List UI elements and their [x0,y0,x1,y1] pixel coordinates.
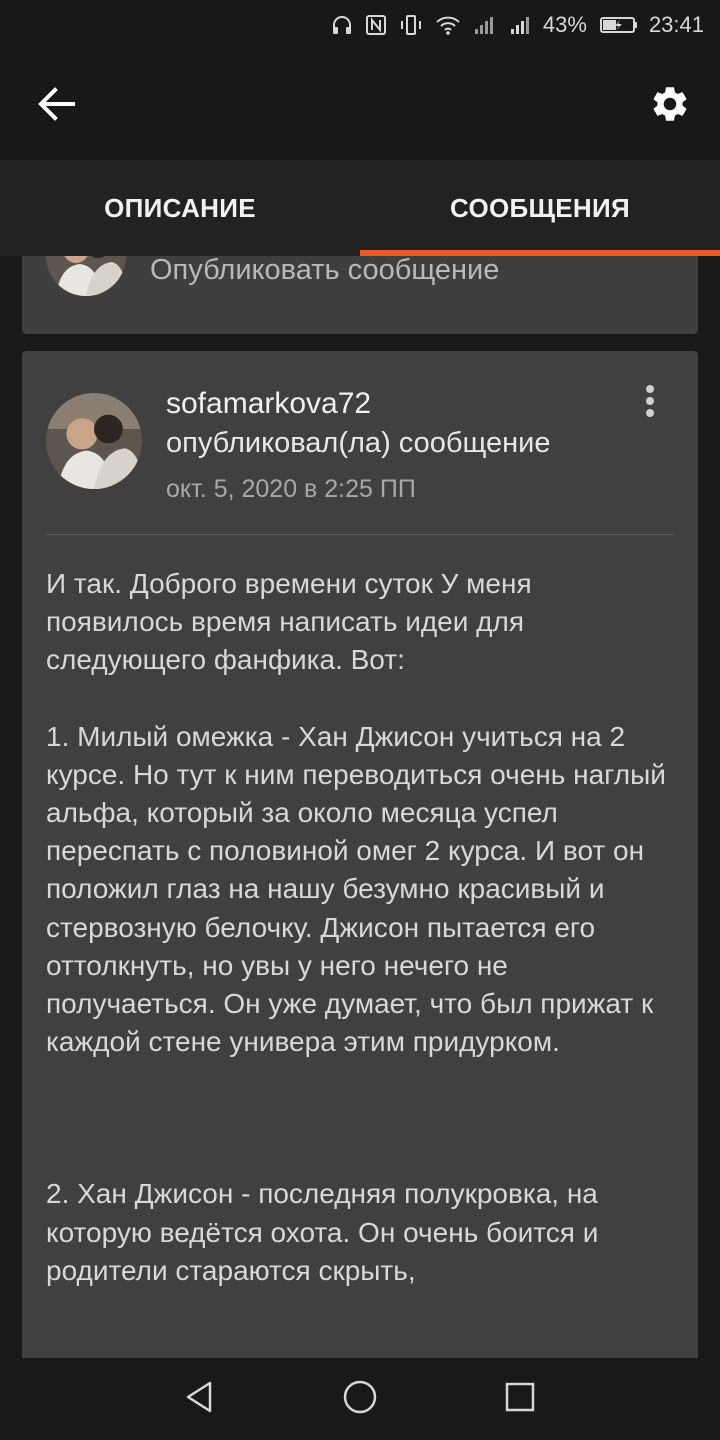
messages-feed[interactable]: Опубликовать сообщение sofamarkova72 опу… [0,256,720,1358]
compose-placeholder[interactable]: Опубликовать сообщение [150,256,499,287]
clock: 23:41 [648,12,704,37]
arrow-left-icon [37,86,75,126]
compose-card[interactable]: Опубликовать сообщение [22,256,698,334]
post-paragraph: 1. Милый омежка - Хан Джисон учиться на … [46,720,666,1058]
post-paragraph: И так. Доброго времени суток У меня появ… [46,568,532,676]
recents-square-icon [503,1380,537,1419]
nfc-icon [365,14,387,36]
nav-home-button[interactable] [330,1369,390,1429]
divider [46,534,674,535]
tab-messages-label: СООБЩЕНИЯ [450,192,630,223]
avatar[interactable] [46,393,142,489]
nav-recents-button[interactable] [490,1369,550,1429]
system-nav-bar [0,1358,720,1440]
headset-icon [331,14,353,36]
post-action: опубликовал(ла) сообщение [166,427,551,459]
app-bar [0,50,720,160]
gear-icon [649,83,691,130]
post-date: окт. 5, 2020 в 2:25 ПП [166,475,416,503]
tab-description-label: ОПИСАНИЕ [104,192,256,223]
battery-icon [599,14,639,36]
post-author[interactable]: sofamarkova72 [166,387,371,421]
home-circle-icon [341,1378,379,1421]
vibrate-icon [399,14,423,36]
status-bar: 43% 23:41 [0,0,720,50]
tab-description[interactable]: ОПИСАНИЕ [0,160,360,256]
post-card: sofamarkova72 опубликовал(ла) сообщение … [22,351,698,1358]
signal-icon [509,14,533,36]
more-vert-icon [646,409,654,417]
tab-messages[interactable]: СООБЩЕНИЯ [360,160,720,256]
more-vert-icon [646,397,654,405]
avatar [46,256,126,296]
nav-back-button[interactable] [170,1369,230,1429]
wifi-icon [435,14,461,36]
back-triangle-icon [182,1379,218,1420]
more-vert-icon [646,385,654,393]
more-options-button[interactable] [640,381,660,421]
back-button[interactable] [28,80,84,132]
signal-icon [473,14,497,36]
settings-button[interactable] [642,78,698,134]
post-body: И так. Доброго времени суток У меня появ… [46,565,676,1290]
tab-bar: ОПИСАНИЕ СООБЩЕНИЯ [0,160,720,256]
post-paragraph: 2. Хан Джисон - последняя полукровка, на… [46,1178,599,1286]
battery-percent: 43% [542,12,587,37]
